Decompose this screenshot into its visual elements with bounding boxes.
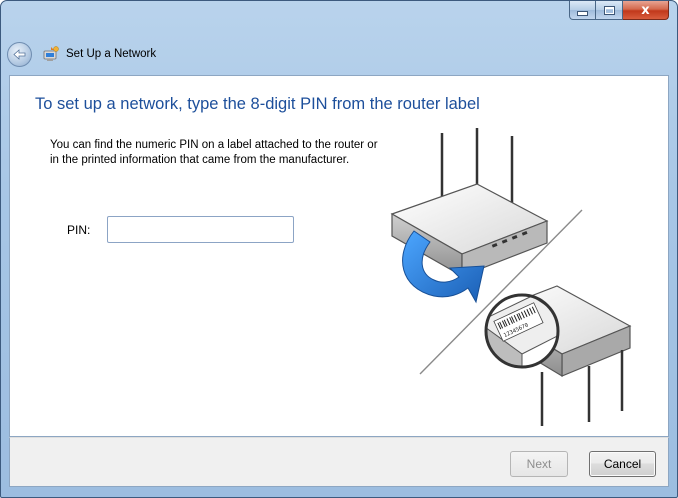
maximize-icon <box>603 5 615 15</box>
back-button[interactable] <box>7 41 32 67</box>
title-bar[interactable]: x <box>1 1 677 35</box>
pin-label: PIN: <box>67 223 91 237</box>
back-arrow-icon <box>13 48 26 60</box>
wizard-nav: Set Up a Network <box>7 39 156 69</box>
close-icon: x <box>641 2 650 18</box>
wizard-content: To set up a network, type the 8-digit PI… <box>9 75 669 437</box>
network-wizard-icon <box>43 46 59 61</box>
cancel-button[interactable]: Cancel <box>589 451 656 477</box>
window-title: Set Up a Network <box>66 48 157 60</box>
minimize-icon <box>577 10 588 16</box>
close-button[interactable]: x <box>623 1 669 20</box>
router-illustration: 12345670 <box>390 128 632 426</box>
caption-buttons: x <box>569 1 669 21</box>
next-button[interactable]: Next <box>510 451 568 477</box>
page-heading: To set up a network, type the 8-digit PI… <box>35 95 480 113</box>
page-description: You can find the numeric PIN on a label … <box>50 139 378 166</box>
wizard-window: x Set Up a Network To set up a network, … <box>0 0 678 498</box>
pin-input[interactable] <box>107 216 294 243</box>
wizard-footer: Next Cancel <box>9 437 669 487</box>
minimize-button[interactable] <box>569 1 596 20</box>
maximize-button[interactable] <box>596 1 623 20</box>
